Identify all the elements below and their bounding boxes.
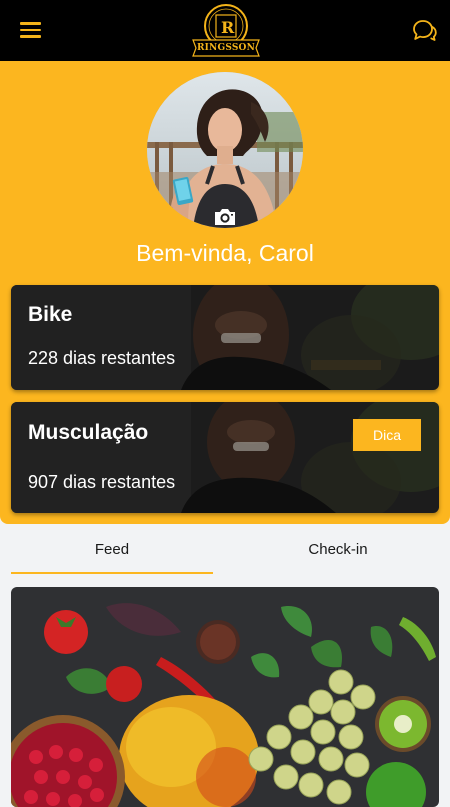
camera-icon[interactable] <box>213 207 237 227</box>
logo-wordmark: RINGSSON <box>196 43 256 53</box>
feed-post-image[interactable] <box>11 587 439 807</box>
tab-feed[interactable]: Feed <box>11 530 213 574</box>
hamburger-menu-icon[interactable] <box>20 22 42 38</box>
plan-remaining-days: 228 dias restantes <box>28 348 176 368</box>
profile-photo[interactable] <box>147 72 303 228</box>
top-app-bar: R RINGSSON <box>0 0 450 61</box>
plan-card-bike[interactable]: Bike 228 dias restantes <box>11 285 439 390</box>
tab-check-in[interactable]: Check-in <box>237 530 439 572</box>
plan-background-image <box>11 285 439 390</box>
chat-bubbles-icon[interactable] <box>411 18 437 44</box>
plan-card-musculacao[interactable]: Musculação 907 dias restantes Dica <box>11 402 439 513</box>
fruits-vegetables-photo <box>11 587 439 807</box>
plan-title: Bike <box>28 303 73 326</box>
plan-title: Musculação <box>28 421 149 444</box>
tip-button[interactable]: Dica <box>353 419 421 451</box>
tab-bar: Feed Check-in <box>0 530 450 575</box>
welcome-message: Bem-vinda, Carol <box>136 240 314 266</box>
plan-remaining-days: 907 dias restantes <box>28 472 176 492</box>
svg-text:R: R <box>221 18 235 37</box>
